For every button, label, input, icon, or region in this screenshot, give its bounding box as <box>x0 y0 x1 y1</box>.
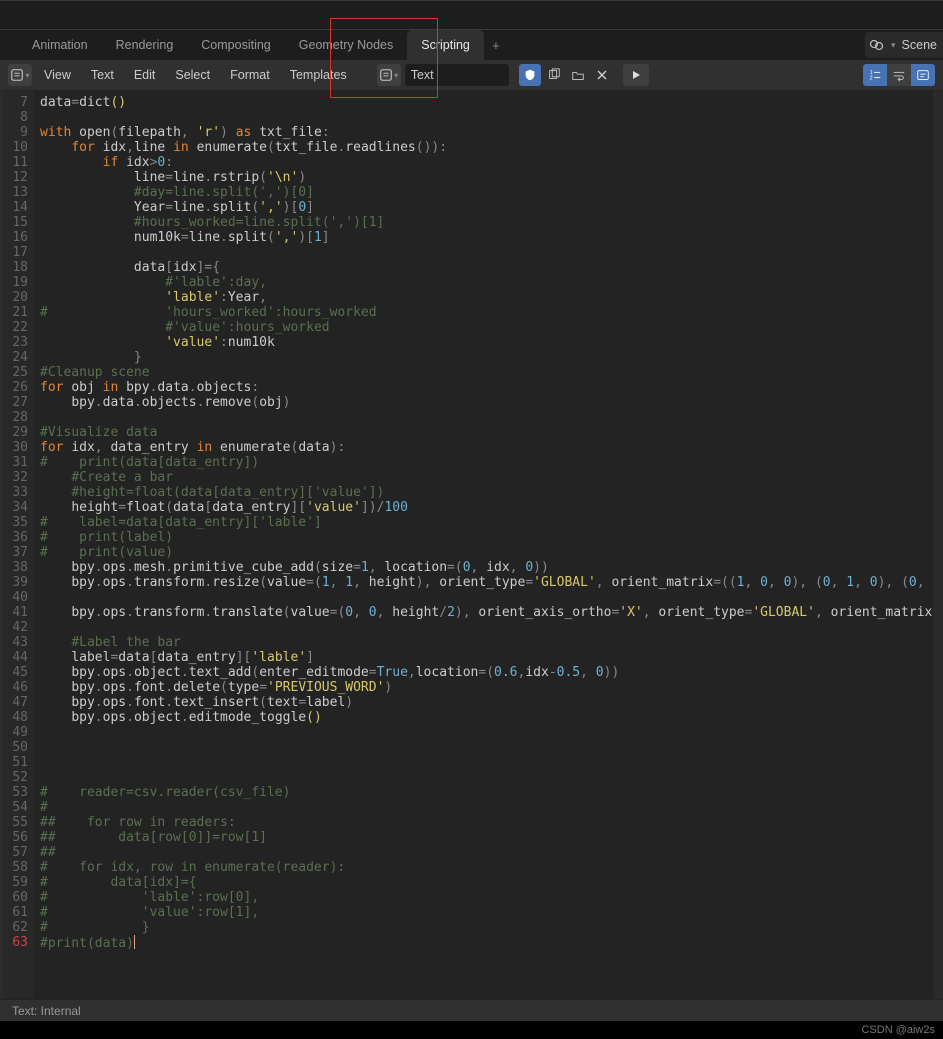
text-datablock-browse[interactable]: ▾ <box>377 64 401 86</box>
close-icon <box>596 69 608 81</box>
title-bar <box>0 0 943 30</box>
menu-select[interactable]: Select <box>167 68 218 82</box>
workspace-tab-animation[interactable]: Animation <box>18 30 102 60</box>
new-text-button[interactable] <box>543 64 565 86</box>
menu-view[interactable]: View <box>36 68 79 82</box>
display-options: 12 <box>863 64 935 86</box>
text-name-field[interactable]: Text <box>405 64 509 86</box>
status-bar: Text: Internal <box>0 999 943 1021</box>
workspace-tabs: Animation Rendering Compositing Geometry… <box>0 30 943 60</box>
run-script-button[interactable] <box>623 64 649 86</box>
toggle-syntax-highlight[interactable] <box>911 64 935 86</box>
menu-text[interactable]: Text <box>83 68 122 82</box>
toggle-word-wrap[interactable] <box>887 64 911 86</box>
word-wrap-icon <box>892 68 906 82</box>
register-script-toggle[interactable] <box>519 64 541 86</box>
workspace-add-button[interactable]: + <box>484 30 508 60</box>
play-icon <box>630 69 642 81</box>
scene-selector[interactable]: ▾ Scene <box>865 32 943 58</box>
workspace-tab-geometry-nodes[interactable]: Geometry Nodes <box>285 30 407 60</box>
toggle-line-numbers[interactable]: 12 <box>863 64 887 86</box>
svg-text:2: 2 <box>870 75 873 81</box>
menu-templates[interactable]: Templates <box>282 68 355 82</box>
workspace-tab-rendering[interactable]: Rendering <box>102 30 188 60</box>
open-text-button[interactable] <box>567 64 589 86</box>
unlink-text-button[interactable] <box>591 64 613 86</box>
text-editor[interactable]: 7891011121314151617181920212223242526272… <box>0 91 943 999</box>
footer: CSDN @aiw2s <box>0 1021 943 1039</box>
duplicate-icon <box>547 68 561 82</box>
watermark: CSDN @aiw2s <box>861 1024 935 1036</box>
scene-icon <box>869 37 885 53</box>
line-number-gutter: 7891011121314151617181920212223242526272… <box>0 91 34 999</box>
workspace-tab-compositing[interactable]: Compositing <box>187 30 284 60</box>
vertical-scrollbar[interactable] <box>933 91 943 999</box>
code-area[interactable]: data=dict()with open(filepath, 'r') as t… <box>34 91 933 999</box>
folder-icon <box>571 68 585 82</box>
line-numbers-icon: 12 <box>868 68 882 82</box>
scene-label: Scene <box>902 38 937 52</box>
status-text: Text: Internal <box>12 1004 81 1018</box>
shield-icon <box>523 68 537 82</box>
text-editor-header: ▾ View Text Edit Select Format Templates… <box>0 60 943 91</box>
menu-format[interactable]: Format <box>222 68 278 82</box>
editor-type-button[interactable]: ▾ <box>8 64 32 86</box>
workspace-tab-scripting[interactable]: Scripting <box>407 30 484 60</box>
syntax-icon <box>916 68 930 82</box>
menu-edit[interactable]: Edit <box>126 68 164 82</box>
